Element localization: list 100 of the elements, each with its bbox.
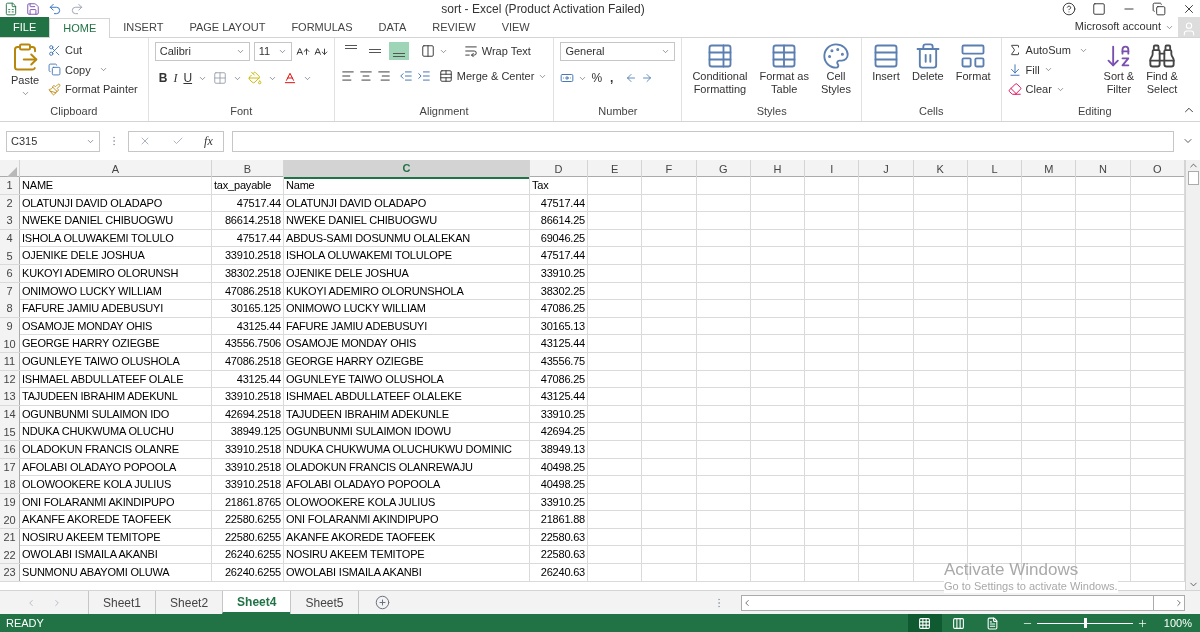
row-number[interactable]: 3 — [0, 212, 20, 230]
row-number[interactable]: 13 — [0, 388, 20, 406]
ribbon-tab[interactable]: FILE — [0, 17, 50, 37]
row-number[interactable]: 20 — [0, 511, 20, 529]
name-box[interactable]: C315 — [6, 130, 100, 152]
group-label: Font — [230, 103, 253, 119]
paste-button[interactable]: Paste — [6, 42, 44, 98]
percent-button[interactable]: % — [591, 69, 603, 87]
table-cell: 38302.2518 — [212, 264, 284, 282]
italic-button[interactable]: I — [173, 69, 178, 87]
table-cell: AFOLABI OLADAYO POPOOLA — [284, 476, 530, 494]
table-cell: ABDUS-SAMI DOSUNMU OLALEKAN — [284, 229, 530, 247]
table-cell: OGUNLEYE TAIWO OLUSHOLA — [20, 352, 212, 370]
column-header[interactable]: E — [588, 160, 643, 179]
table-cell: ONI FOLARANMI AKINDIPUPO — [20, 493, 212, 511]
table-cell: 43125.44 — [212, 317, 284, 335]
insert-function-button[interactable]: fx — [204, 132, 213, 150]
table-cell: ISHMAEL ABDULLATEEF OLALE — [20, 370, 212, 388]
row-number[interactable]: 10 — [0, 335, 20, 353]
sort-filter-button[interactable]: Sort & Filter — [1099, 42, 1139, 96]
table-cell: 33910.25 — [530, 493, 588, 511]
column-header[interactable]: N — [1076, 160, 1131, 179]
group-label: Cells — [919, 103, 944, 119]
table-cell: 43125.44 — [530, 388, 588, 406]
column-header[interactable]: F — [642, 160, 697, 179]
column-header[interactable]: D — [530, 160, 588, 179]
font-name-dropdown[interactable]: Calibri — [154, 42, 250, 61]
table-cell: TAJUDEEN IBRAHIM ADEKUNL — [20, 388, 212, 406]
table-cell: FAFURE JAMIU ADEBUSUYI — [284, 317, 530, 335]
sheet-tab[interactable]: Sheet4 — [222, 591, 291, 614]
styles-button[interactable]: Cell Styles — [816, 42, 855, 96]
table-cell: NDUKA CHUKWUMA OLUCHUKWU DOMINIC — [284, 440, 530, 458]
underline-button[interactable]: U — [183, 69, 193, 87]
table-cell: GEORGE HARRY OZIEGBE — [20, 335, 212, 353]
styles-button[interactable]: Conditional Formatting — [688, 42, 752, 96]
table-cell: KUKOYI ADEMIRO OLORUNSH — [20, 264, 212, 282]
row-number[interactable]: 15 — [0, 423, 20, 441]
cells-button[interactable]: Delete — [907, 42, 948, 83]
table-cell: 33910.2518 — [212, 458, 284, 476]
row-number[interactable]: 1 — [0, 177, 20, 194]
table-cell: 43556.7506 — [212, 335, 284, 353]
table-cell: 26240.6255 — [212, 564, 284, 582]
table-cell: 30165.13 — [530, 317, 588, 335]
column-header[interactable]: K — [913, 160, 968, 179]
clear-button[interactable]: Clear — [1007, 81, 1096, 98]
ribbon-tab[interactable]: INSERT — [110, 17, 177, 37]
account-name[interactable]: Microsoft account — [1074, 17, 1161, 34]
table-cell: 33910.2518 — [212, 476, 284, 494]
ribbon-tab[interactable]: VIEW — [488, 17, 543, 37]
table-cell: OGUNBUNMI SULAIMON IDO — [20, 405, 212, 423]
comma-button[interactable]: , — [606, 69, 618, 87]
column-header[interactable]: G — [696, 160, 751, 179]
column-header[interactable]: H — [750, 160, 806, 179]
copy-button[interactable]: Copy — [48, 61, 138, 78]
row-number[interactable]: 23 — [0, 564, 20, 582]
table-cell: 30165.125 — [212, 300, 284, 318]
table-cell: OWOLABI ISMAILA AKANBI — [20, 546, 212, 564]
cut-button[interactable]: Cut — [48, 42, 138, 59]
table-cell: 22580.63 — [530, 546, 588, 564]
column-header[interactable]: I — [805, 160, 860, 179]
bold-button[interactable]: B — [158, 69, 168, 87]
wrap-text-button[interactable]: Wrap Text — [463, 42, 531, 60]
table-cell: 22580.6255 — [212, 528, 284, 546]
column-header[interactable]: M — [1022, 160, 1077, 179]
column-header[interactable]: L — [967, 160, 1023, 179]
cells-button[interactable]: Insert — [867, 42, 904, 83]
number-format-dropdown[interactable]: General — [560, 42, 676, 61]
table-cell: NOSIRU AKEEM TEMITOPE — [20, 528, 212, 546]
group-label: Number — [598, 103, 638, 119]
table-cell: OJENIKE DELE JOSHUA — [284, 264, 530, 282]
table-cell: 38949.125 — [212, 423, 284, 441]
table-cell: 69046.25 — [530, 229, 588, 247]
row-number[interactable]: 18 — [0, 476, 20, 494]
ribbon-tab[interactable]: DATA — [365, 17, 420, 37]
ribbon-tab[interactable]: PAGE LAYOUT — [176, 17, 279, 37]
autosum-button[interactable]: AutoSum — [1007, 42, 1096, 59]
column-header[interactable]: C — [284, 160, 530, 179]
ribbon-tab[interactable]: FORMULAS — [278, 17, 366, 37]
find-select-button[interactable]: Find & Select — [1142, 42, 1182, 96]
column-header[interactable]: J — [859, 160, 914, 179]
zoom-level[interactable]: 100% — [1163, 614, 1192, 632]
table-cell: NWEKE DANIEL CHIBUOGWU — [20, 212, 212, 230]
ribbon-tab[interactable]: REVIEW — [419, 17, 489, 37]
table-cell: OGUNLEYE TAIWO OLUSHOLA — [284, 370, 530, 388]
ribbon-tab[interactable]: HOME — [49, 18, 111, 38]
font-size-dropdown[interactable]: 11 — [253, 42, 292, 61]
row-number[interactable]: 8 — [0, 300, 20, 318]
table-cell: NAME — [20, 177, 212, 194]
table-cell: TAJUDEEN IBRAHIM ADEKUNLE — [284, 405, 530, 423]
styles-button[interactable]: Format as Table — [755, 42, 813, 96]
table-cell: ONI FOLARANMI AKINDIPUPO — [284, 511, 530, 529]
group-label: Editing — [1077, 103, 1112, 119]
table-cell: OSAMOJE MONDAY OHIS — [284, 335, 530, 353]
row-number[interactable]: 22 — [0, 546, 20, 564]
format-painter-button[interactable]: Format Painter — [48, 81, 138, 98]
table-cell: 47517.44 — [212, 229, 284, 247]
merge-center-button[interactable]: Merge & Center — [438, 68, 548, 85]
cells-button[interactable]: Format — [951, 42, 995, 83]
row-number[interactable]: 5 — [0, 247, 20, 265]
fill-button[interactable]: Fill — [1007, 61, 1096, 78]
